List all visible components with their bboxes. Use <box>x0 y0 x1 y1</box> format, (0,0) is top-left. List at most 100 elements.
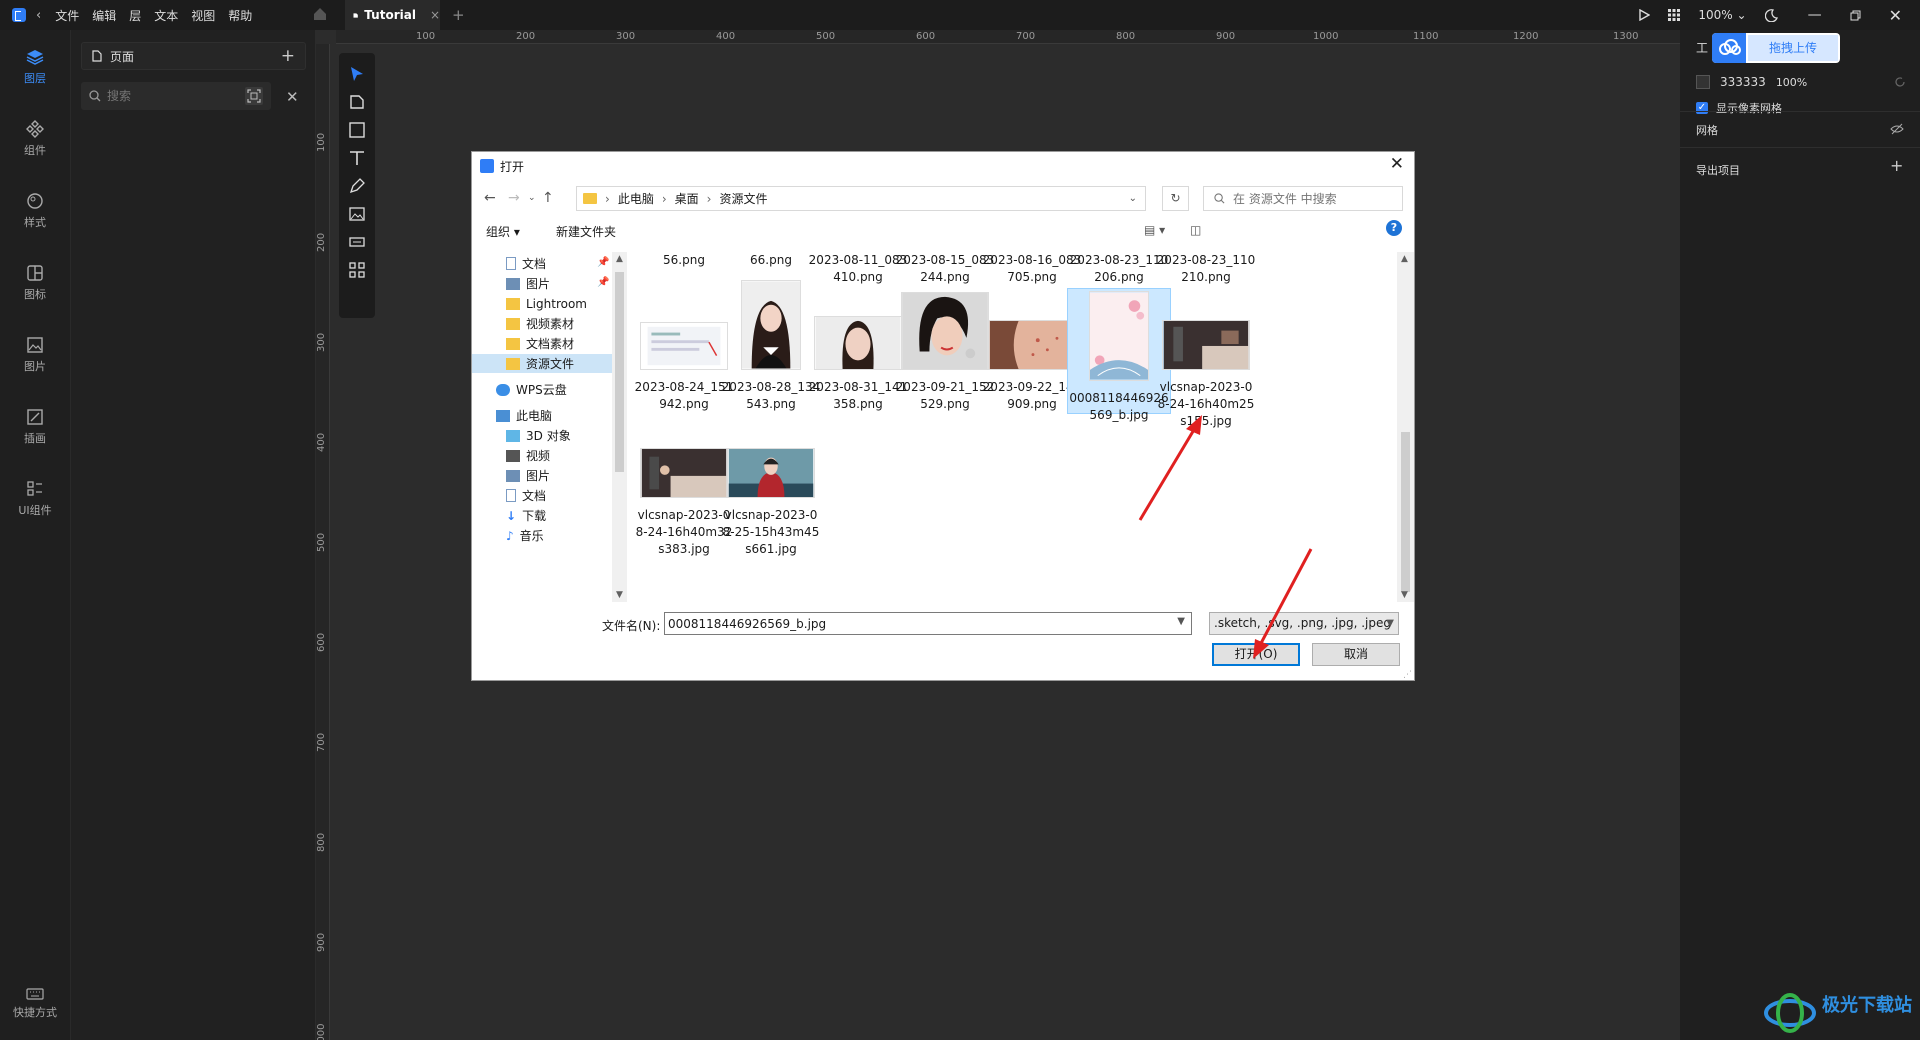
filter-dropdown-icon[interactable]: ▼ <box>1386 613 1394 634</box>
layer-search-input[interactable] <box>107 89 227 103</box>
nav-item-wps-cloud[interactable]: WPS云盘 <box>496 380 567 399</box>
rail-ui-components[interactable]: UI组件 <box>0 480 70 518</box>
tab-tutorial[interactable]: Tutorial × <box>345 0 440 30</box>
new-tab-plus-icon[interactable]: + <box>452 6 465 24</box>
text-tool-icon[interactable] <box>348 149 366 167</box>
nav-item-3d-objects[interactable]: 3D 对象 <box>506 426 571 445</box>
dialog-close-icon[interactable]: ✕ <box>1390 154 1404 174</box>
nav-item-pc-pictures[interactable]: 图片 <box>506 466 550 485</box>
moon-icon[interactable] <box>1764 8 1778 22</box>
pixel-grid-checkbox[interactable]: ✓ <box>1696 102 1708 114</box>
nav-scrollbar[interactable]: ▲ ▼ <box>612 252 627 602</box>
nav-item-pc-documents[interactable]: 文档 <box>506 486 546 505</box>
rail-styles[interactable]: 样式 <box>0 192 70 230</box>
file-type-filter[interactable]: .sketch, .svg, .png, .jpg, .jpeg ▼ <box>1209 612 1399 635</box>
add-page-plus-icon[interactable]: + <box>281 46 295 66</box>
scroll-down-icon[interactable]: ▼ <box>616 590 623 600</box>
forward-arrow-icon[interactable]: → <box>508 190 520 206</box>
filename-dropdown-icon[interactable]: ▼ <box>1177 616 1185 627</box>
opacity-value[interactable]: 100% <box>1776 76 1807 89</box>
nav-item-lightroom[interactable]: Lightroom <box>506 294 587 313</box>
view-options-icon[interactable]: ▤ ▾ <box>1144 223 1165 237</box>
address-dropdown-icon[interactable]: ⌄ <box>1129 193 1137 204</box>
rail-shortcuts[interactable]: 快捷方式 <box>0 988 70 1020</box>
nav-item-doc-assets[interactable]: 文档素材 <box>506 334 574 353</box>
nav-item-this-pc[interactable]: 此电脑 <box>496 406 552 425</box>
component-tool-icon[interactable] <box>348 233 366 251</box>
pen-icon[interactable] <box>348 177 366 195</box>
image-tool-icon[interactable] <box>348 205 366 223</box>
help-icon[interactable]: ? <box>1386 220 1402 236</box>
open-button[interactable]: 打开(O) <box>1212 643 1300 666</box>
nav-item-videos[interactable]: 视频 <box>506 446 550 465</box>
color-hex[interactable]: 333333 <box>1720 75 1766 89</box>
nav-item-downloads[interactable]: ↓ 下载 <box>506 506 546 525</box>
address-bar[interactable]: › 此电脑 › 桌面 › 资源文件 ⌄ <box>576 186 1146 211</box>
home-icon[interactable] <box>313 7 327 21</box>
back-arrow-icon[interactable]: ← <box>484 190 496 206</box>
scan-icon[interactable] <box>245 87 263 105</box>
rail-images[interactable]: 图片 <box>0 336 70 374</box>
nav-item-documents[interactable]: 文档 <box>506 254 546 273</box>
back-chevron-icon[interactable]: ‹ <box>36 8 41 23</box>
breadcrumb-this-pc[interactable]: 此电脑 <box>618 190 654 207</box>
nav-item-resources[interactable]: 资源文件 <box>472 354 612 373</box>
nav-item-music[interactable]: ♪ 音乐 <box>506 526 544 545</box>
menu-layer[interactable]: 层 <box>129 7 141 24</box>
file-item[interactable]: 2023-08-23_110 210.png <box>1154 252 1258 286</box>
color-swatch[interactable] <box>1696 75 1710 89</box>
refresh-icon[interactable] <box>1894 76 1906 88</box>
app-logo-icon[interactable] <box>12 8 26 22</box>
grid-menu-icon[interactable] <box>1668 9 1681 21</box>
menu-text[interactable]: 文本 <box>154 7 178 24</box>
rail-layers[interactable]: 图层 <box>0 48 70 86</box>
file-item[interactable]: vlcsnap-2023-0 8-25-15h43m45 s661.jpg <box>719 448 823 558</box>
rail-icons[interactable]: 图标 <box>0 264 70 302</box>
tab-close-icon[interactable]: × <box>430 8 440 22</box>
page-selector[interactable]: 页面 + <box>81 42 306 70</box>
breadcrumb-desktop[interactable]: 桌面 <box>675 190 699 207</box>
minimize-icon[interactable]: — <box>1808 7 1822 23</box>
pin-icon[interactable]: 📌 <box>597 257 609 268</box>
scroll-up-icon[interactable]: ▲ <box>1401 254 1408 264</box>
new-folder-button[interactable]: 新建文件夹 <box>556 223 616 240</box>
nav-item-video-assets[interactable]: 视频素材 <box>506 314 574 333</box>
frame-icon[interactable] <box>348 93 366 111</box>
nav-item-pictures[interactable]: 图片 <box>506 274 550 293</box>
scroll-thumb[interactable] <box>1401 432 1410 592</box>
rail-components[interactable]: 组件 <box>0 120 70 158</box>
plugins-grid-icon[interactable] <box>348 261 366 279</box>
pin-icon[interactable]: 📌 <box>597 277 609 288</box>
preview-pane-icon[interactable]: ◫ <box>1190 223 1201 237</box>
file-grid-scrollbar[interactable]: ▲ ▼ <box>1397 252 1414 602</box>
filename-field[interactable]: 0008118446926569_b.jpg ▼ <box>664 612 1192 635</box>
eye-hidden-icon[interactable] <box>1890 123 1904 135</box>
breadcrumb-resources[interactable]: 资源文件 <box>719 190 767 207</box>
dialog-search-input[interactable] <box>1233 191 1383 206</box>
cancel-button[interactable]: 取消 <box>1312 643 1400 666</box>
add-export-plus-icon[interactable]: + <box>1890 156 1903 175</box>
window-close-icon[interactable]: ✕ <box>1889 6 1902 25</box>
play-icon[interactable] <box>1638 9 1651 21</box>
menu-edit[interactable]: 编辑 <box>92 7 116 24</box>
menu-file[interactable]: 文件 <box>55 7 79 24</box>
zoom-select[interactable]: 100% ⌄ <box>1698 8 1746 22</box>
recent-dropdown-icon[interactable]: ⌄ <box>528 193 536 203</box>
file-item[interactable]: vlcsnap-2023-0 8-24-16h40m25 s155.jpg <box>1154 290 1258 430</box>
rectangle-icon[interactable] <box>348 121 366 139</box>
ruler-tick: 800 <box>316 832 327 852</box>
menu-view[interactable]: 视图 <box>191 7 215 24</box>
resize-grip-icon[interactable]: ⋰ <box>1403 670 1412 680</box>
upload-popup[interactable]: 拖拽上传 <box>1712 33 1840 63</box>
scroll-up-icon[interactable]: ▲ <box>616 254 623 264</box>
scroll-thumb[interactable] <box>615 272 624 472</box>
close-icon[interactable]: ✕ <box>286 88 299 106</box>
refresh-button[interactable]: ↻ <box>1162 186 1189 211</box>
organize-menu[interactable]: 组织 ▾ <box>486 223 520 240</box>
rail-illustrations[interactable]: 插画 <box>0 408 70 446</box>
scroll-down-icon[interactable]: ▼ <box>1401 590 1408 600</box>
select-arrow-icon[interactable] <box>348 65 366 83</box>
up-arrow-icon[interactable]: ↑ <box>542 190 554 206</box>
restore-icon[interactable] <box>1850 10 1861 21</box>
menu-help[interactable]: 帮助 <box>228 7 252 24</box>
